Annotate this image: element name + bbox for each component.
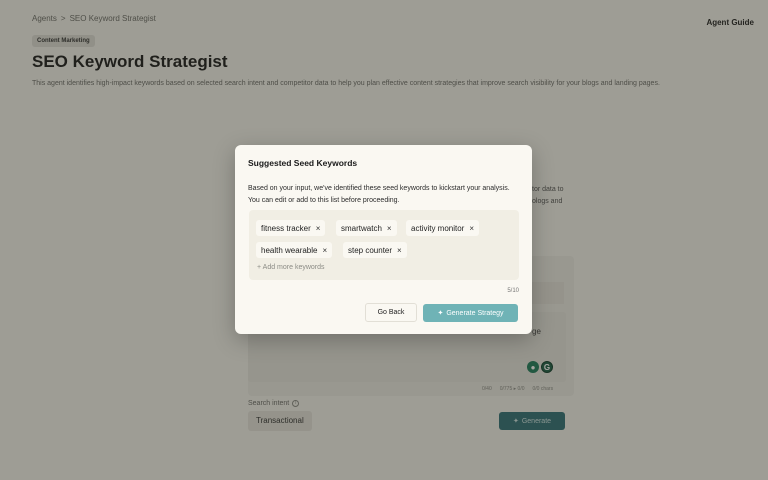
modal-title: Suggested Seed Keywords [248,158,358,168]
keyword-chip[interactable]: fitness tracker × [256,220,326,236]
remove-keyword-icon[interactable]: × [316,224,321,233]
keyword-count: 5/10 [507,288,519,294]
remove-keyword-icon[interactable]: × [387,224,392,233]
go-back-button[interactable]: Go Back [365,303,417,322]
keyword-list[interactable]: fitness tracker × smartwatch × activity … [249,210,519,280]
keyword-chip[interactable]: health wearable × [256,242,333,258]
sparkle-icon: ✦ [437,310,444,317]
keyword-chip[interactable]: activity monitor × [406,220,480,236]
remove-keyword-icon[interactable]: × [322,246,327,255]
remove-keyword-icon[interactable]: × [469,224,474,233]
modal-description: Based on your input, we've identified th… [248,185,510,204]
remove-keyword-icon[interactable]: × [397,246,402,255]
generate-strategy-button[interactable]: ✦ Generate Strategy [423,304,518,322]
keyword-chip[interactable]: step counter × [343,242,407,258]
keyword-chip[interactable]: smartwatch × [336,220,397,236]
seed-keywords-modal: Suggested Seed Keywords Based on your in… [235,145,532,334]
add-keyword-input[interactable]: + Add more keywords [257,264,325,271]
